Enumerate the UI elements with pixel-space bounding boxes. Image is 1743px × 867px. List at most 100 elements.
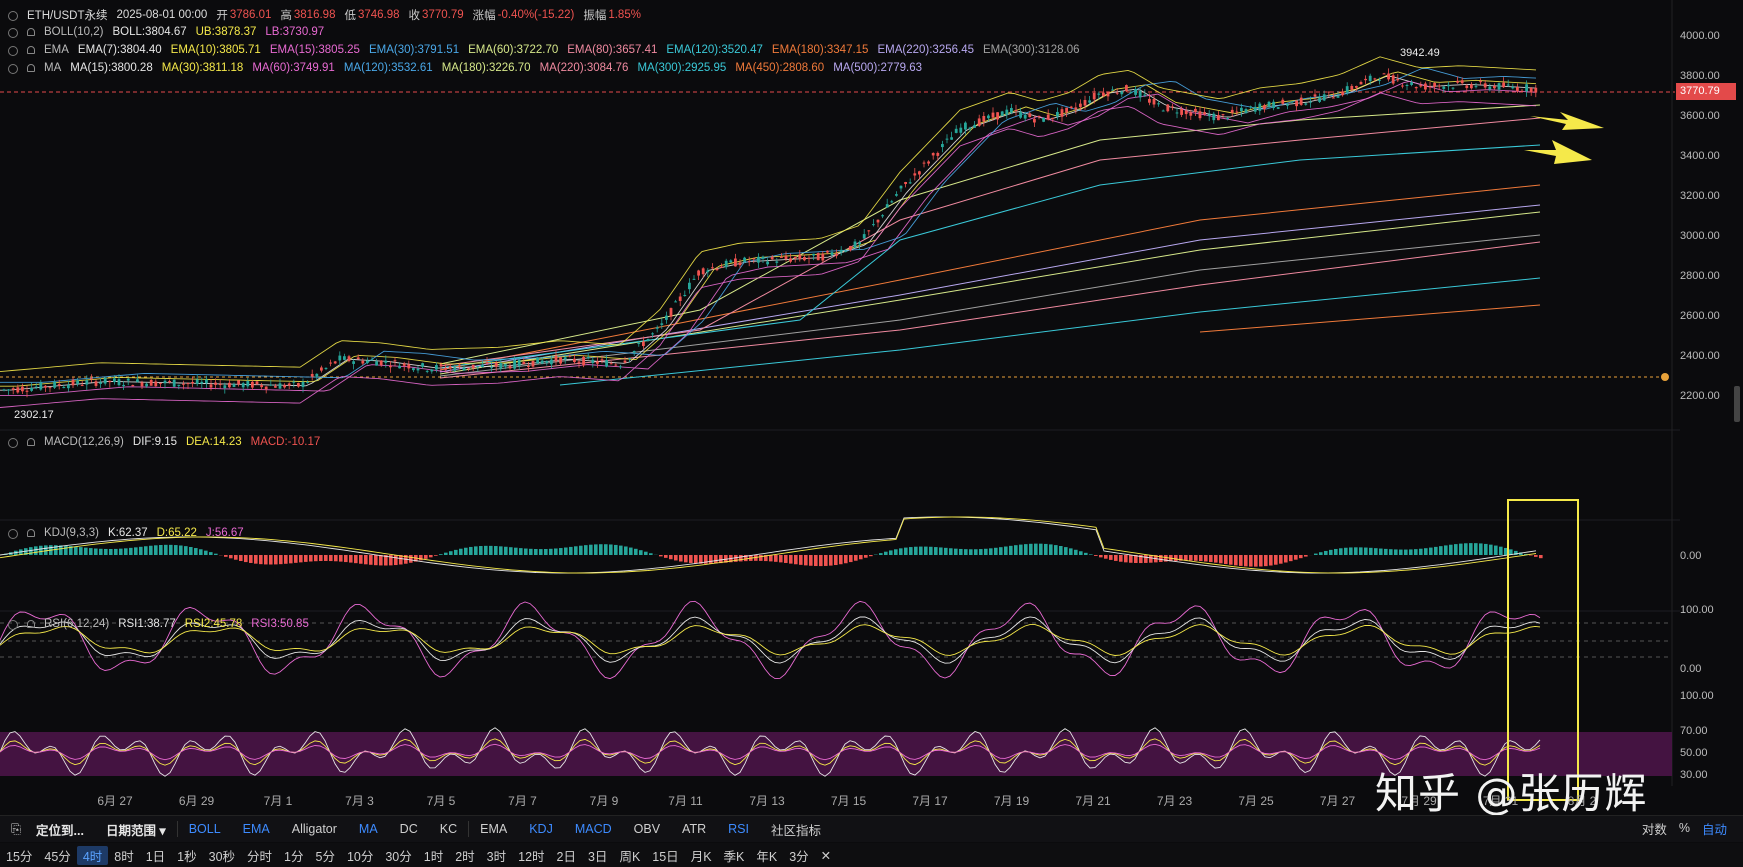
candle-body bbox=[113, 378, 116, 383]
collapse-icon[interactable] bbox=[8, 438, 18, 448]
toolbar-item[interactable]: KC bbox=[429, 822, 468, 836]
interval-option[interactable]: 周K bbox=[613, 846, 646, 865]
interval-option[interactable]: 5分 bbox=[310, 846, 341, 865]
candle-body bbox=[789, 258, 792, 262]
interval-option[interactable]: 4时 bbox=[76, 845, 109, 865]
macd-bar bbox=[929, 546, 933, 555]
toolbar-item[interactable]: RSI bbox=[717, 822, 760, 836]
toolbar-item[interactable]: MA bbox=[348, 822, 389, 836]
alert-bell-icon[interactable] bbox=[27, 529, 35, 537]
interval-option[interactable]: 1时 bbox=[418, 846, 449, 865]
toolbar-item[interactable]: Alligator bbox=[281, 822, 348, 836]
macd-bar bbox=[1209, 555, 1213, 563]
candle-body bbox=[904, 182, 907, 185]
toolbar-item[interactable]: 日期范围 ▾ bbox=[95, 820, 177, 839]
interval-option[interactable]: 季K bbox=[718, 846, 751, 865]
interval-option[interactable]: 年K bbox=[750, 846, 783, 865]
candle-body bbox=[826, 250, 829, 253]
indicator-tick-label: 100.00 bbox=[1680, 604, 1714, 616]
interval-option[interactable]: 月K bbox=[685, 846, 718, 865]
collapse-icon[interactable] bbox=[8, 620, 18, 630]
interval-option[interactable]: 15日 bbox=[646, 846, 684, 865]
toolbar-item[interactable]: MACD bbox=[564, 822, 623, 836]
candle-body bbox=[237, 380, 240, 385]
macd-bar bbox=[1099, 555, 1103, 558]
toolbar-item[interactable]: BOLL bbox=[178, 822, 232, 836]
watermark-text: 知乎 @张历辉 bbox=[1375, 769, 1648, 818]
macd-bar bbox=[1334, 548, 1338, 555]
interval-option[interactable]: 分时 bbox=[241, 846, 278, 865]
macd-bar bbox=[1344, 547, 1348, 555]
interval-option[interactable]: 2日 bbox=[551, 846, 582, 865]
toolbar-item[interactable]: KDJ bbox=[518, 822, 564, 836]
collapse-icon[interactable] bbox=[8, 64, 18, 74]
alert-bell-icon[interactable] bbox=[27, 64, 35, 72]
candle-body bbox=[844, 250, 848, 252]
macd-bar bbox=[674, 555, 678, 561]
candle-body bbox=[1401, 85, 1404, 87]
macd-bar bbox=[649, 553, 653, 555]
current-price-tag: 3770.79 bbox=[1676, 83, 1736, 100]
candle-body bbox=[1244, 109, 1248, 114]
candle-body bbox=[402, 363, 406, 366]
candle-body bbox=[425, 370, 429, 372]
macd-bar bbox=[1364, 547, 1368, 555]
toolbar-item[interactable]: 定位到... bbox=[25, 820, 95, 839]
interval-option[interactable]: 2时 bbox=[449, 846, 480, 865]
toolbar-item[interactable]: EMA bbox=[232, 822, 281, 836]
interval-option[interactable]: 1秒 bbox=[171, 846, 202, 865]
alert-bell-icon[interactable] bbox=[27, 46, 35, 54]
alert-bell-icon[interactable] bbox=[27, 28, 35, 36]
macd-bar bbox=[829, 555, 833, 566]
macd-bar bbox=[114, 548, 118, 555]
candle-body bbox=[375, 361, 378, 366]
close-icon[interactable]: ✕ bbox=[815, 848, 837, 863]
candle-body bbox=[255, 381, 259, 385]
candle-body bbox=[131, 385, 135, 387]
price-tick-label: 4000.00 bbox=[1680, 30, 1720, 42]
candle-body bbox=[297, 383, 300, 387]
collapse-icon[interactable] bbox=[8, 46, 18, 56]
interval-option[interactable]: 12时 bbox=[512, 846, 550, 865]
indicator-tick-label: 50.00 bbox=[1680, 747, 1708, 759]
macd-bar bbox=[1279, 555, 1283, 564]
interval-option[interactable]: 1分 bbox=[278, 846, 309, 865]
interval-option[interactable]: 15分 bbox=[0, 846, 38, 865]
interval-option[interactable]: 30秒 bbox=[203, 846, 241, 865]
interval-option[interactable]: 8时 bbox=[108, 846, 139, 865]
macd-bar bbox=[564, 547, 568, 555]
toolbar-item[interactable]: ATR bbox=[671, 822, 717, 836]
alert-bell-icon[interactable] bbox=[27, 438, 35, 446]
toolbar-item[interactable]: 社区指标 bbox=[760, 820, 832, 839]
auto-scale-toggle[interactable]: 自动 bbox=[1696, 819, 1733, 838]
toolbar-item[interactable]: OBV bbox=[623, 822, 671, 836]
macd-bar bbox=[789, 555, 793, 564]
collapse-icon[interactable] bbox=[8, 28, 18, 38]
interval-option[interactable]: 45分 bbox=[38, 846, 76, 865]
candle-body bbox=[384, 360, 388, 363]
interval-option[interactable]: 3分 bbox=[783, 846, 814, 865]
candle-body bbox=[186, 383, 190, 385]
macd-bar bbox=[794, 555, 798, 565]
alert-bell-icon[interactable] bbox=[27, 620, 35, 628]
toolbar-item[interactable]: EMA bbox=[469, 822, 518, 836]
collapse-icon[interactable] bbox=[8, 529, 18, 539]
interval-option[interactable]: 10分 bbox=[341, 846, 379, 865]
macd-bar bbox=[179, 545, 183, 555]
collapse-icon[interactable] bbox=[8, 11, 18, 21]
toolbar-item[interactable]: DC bbox=[389, 822, 429, 836]
macd-bar bbox=[1239, 555, 1243, 566]
candle-body bbox=[743, 257, 746, 263]
interval-option[interactable]: 1日 bbox=[140, 846, 171, 865]
macd-bar bbox=[1224, 555, 1228, 565]
chart-canvas[interactable] bbox=[0, 0, 1743, 815]
interval-option[interactable]: 3时 bbox=[481, 846, 512, 865]
percent-scale-toggle[interactable]: % bbox=[1673, 821, 1696, 835]
candle-body bbox=[632, 350, 636, 353]
interval-option[interactable]: 3日 bbox=[582, 846, 613, 865]
candle-body bbox=[136, 379, 139, 382]
interval-option[interactable]: 30分 bbox=[379, 846, 417, 865]
log-scale-toggle[interactable]: 对数 bbox=[1636, 819, 1673, 838]
locate-icon[interactable]: ⎘ bbox=[0, 822, 25, 837]
macd-bar bbox=[539, 549, 543, 555]
